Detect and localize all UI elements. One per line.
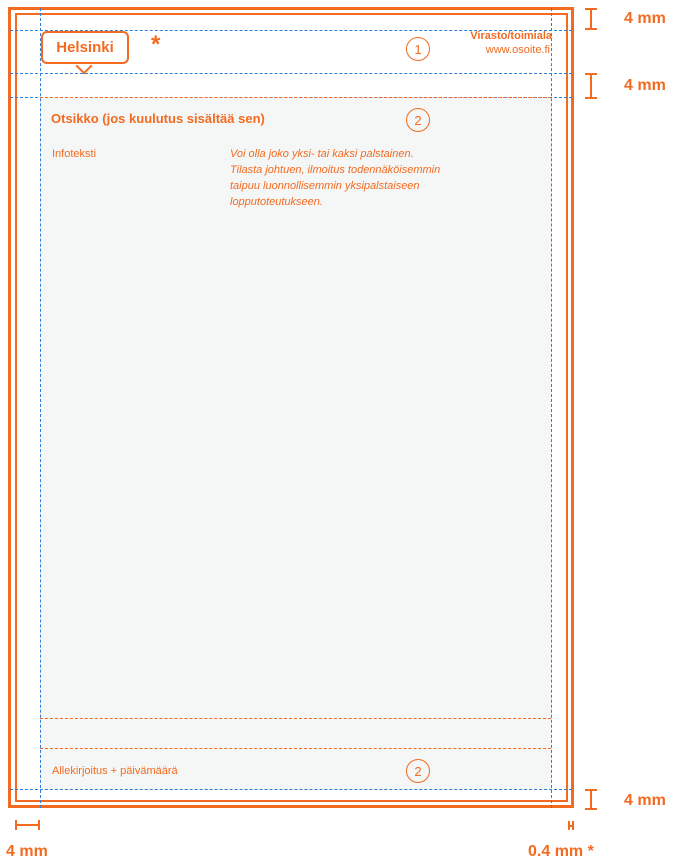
dimension-bottom: 4 mm [624, 792, 666, 809]
signature-date: Allekirjoitus + päivämäärä [52, 765, 178, 777]
left-dim-cap [38, 820, 40, 830]
body-text-line: Tilasta johtuen, ilmoitus todennäköisemm… [230, 164, 441, 176]
dimension-header-gap: 4 mm [624, 77, 666, 94]
bracket-bottom-line [590, 789, 592, 809]
department-name: Virasto/toimiala [470, 30, 552, 42]
body-text-line: taipuu luonnollisemmin yksipalstaiseen [230, 180, 420, 192]
orange-guide-signature-top [40, 748, 551, 749]
orange-guide-footer-top [40, 718, 551, 719]
guide-line-right [551, 8, 552, 808]
asterisk-mark: * [151, 31, 161, 58]
dimension-top: 4 mm [624, 10, 666, 27]
info-label: Infoteksti [52, 148, 97, 160]
guide-line-left [40, 8, 41, 808]
marker-circle-title: 2 [406, 108, 430, 132]
bracket-mid-cap [585, 97, 597, 99]
bracket-bottom-cap [585, 808, 597, 810]
guide-line-bottom [10, 789, 572, 790]
orange-guide-content-top [40, 97, 551, 98]
dimension-left: 4 mm [6, 843, 48, 860]
helsinki-logo: Helsinki [41, 31, 129, 64]
stroke-dim-cap [572, 821, 574, 830]
guide-line-header-bottom [10, 73, 572, 74]
website-url: www.osoite.fi [485, 44, 550, 56]
left-dim-line [15, 824, 39, 826]
bracket-mid-line [590, 73, 592, 97]
body-text-line: lopputoteutukseen. [230, 196, 323, 208]
bracket-top-line [590, 8, 592, 29]
marker-circle-1: 1 [406, 37, 430, 61]
dimension-stroke: 0.4 mm * [528, 843, 594, 860]
logo-text: Helsinki [56, 39, 114, 56]
body-text-line: Voi olla joko yksi- tai kaksi palstainen… [230, 148, 414, 160]
marker-circle-footer: 2 [406, 759, 430, 783]
bracket-top-cap [585, 28, 597, 30]
ad-title: Otsikko (jos kuulutus sisältää sen) [51, 111, 265, 126]
